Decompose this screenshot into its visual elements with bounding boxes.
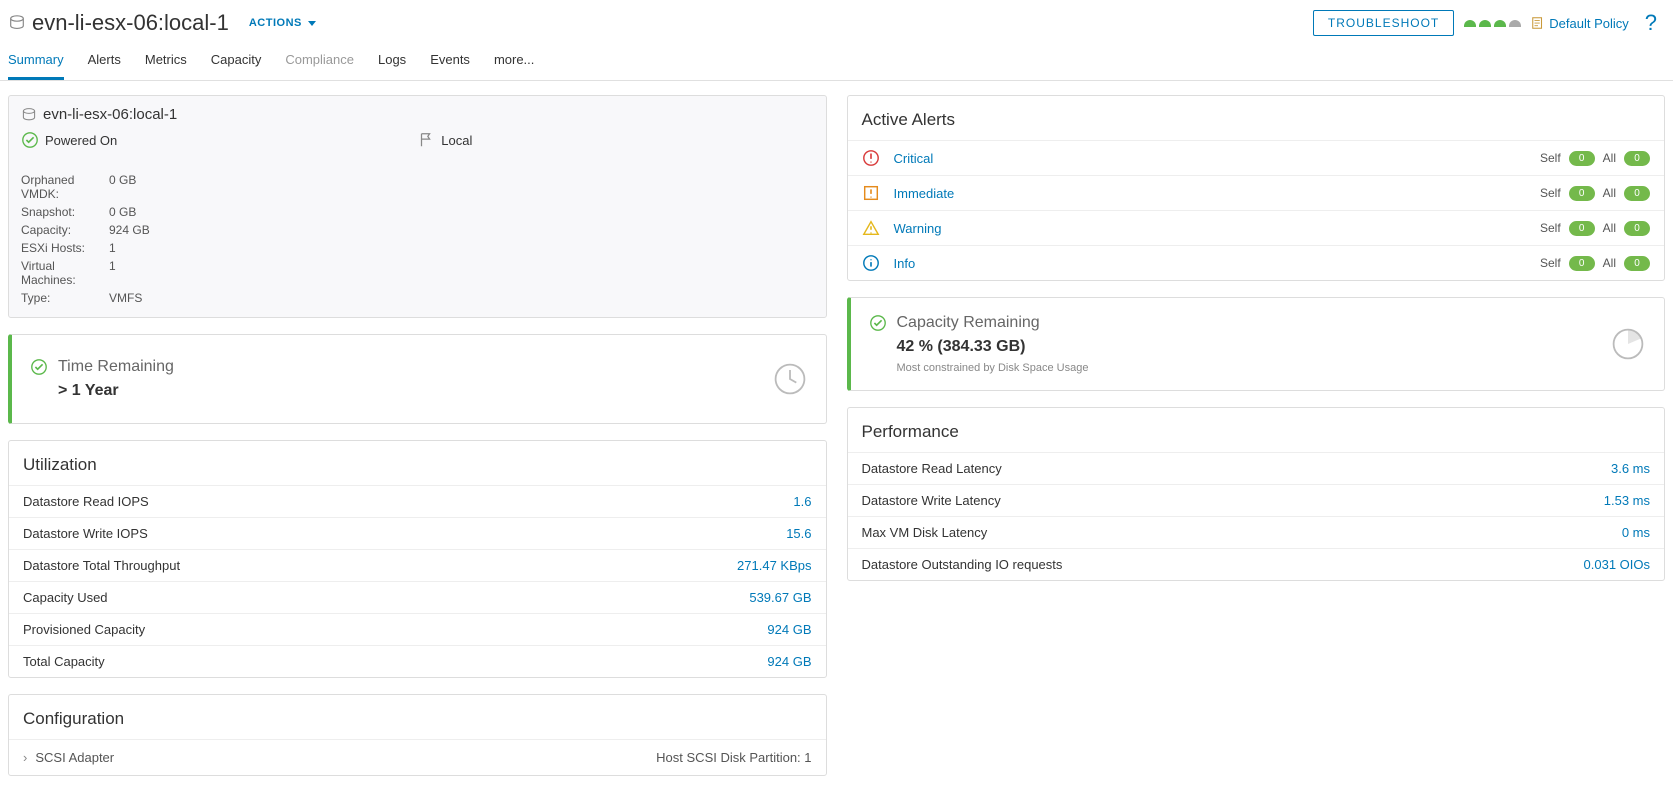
- badge: 0: [1569, 186, 1595, 201]
- tab-compliance[interactable]: Compliance: [285, 44, 354, 80]
- info-properties: Orphaned VMDK:0 GB Snapshot:0 GB Capacit…: [21, 171, 814, 307]
- tab-capacity[interactable]: Capacity: [211, 44, 262, 80]
- kv-row: Orphaned VMDK:0 GB: [21, 171, 814, 203]
- check-icon: [30, 358, 48, 400]
- tab-metrics[interactable]: Metrics: [145, 44, 187, 80]
- pie-icon: [1610, 326, 1646, 362]
- alerts-title: Active Alerts: [848, 96, 1665, 140]
- kv-row: Snapshot:0 GB: [21, 203, 814, 221]
- badge: 0: [1569, 151, 1595, 166]
- tab-alerts[interactable]: Alerts: [88, 44, 121, 80]
- list-row: Capacity Used539.67 GB: [9, 581, 826, 613]
- alert-critical-link[interactable]: Critical: [894, 151, 934, 166]
- alert-immediate-link[interactable]: Immediate: [894, 186, 955, 201]
- actions-dropdown[interactable]: ACTIONS: [249, 17, 316, 29]
- time-title: Time Remaining: [58, 358, 174, 376]
- config-row[interactable]: › SCSI Adapter Host SCSI Disk Partition:…: [9, 739, 826, 775]
- policy-link[interactable]: Default Policy: [1531, 16, 1628, 31]
- capacity-title: Capacity Remaining: [897, 314, 1089, 332]
- tab-bar: Summary Alerts Metrics Capacity Complian…: [0, 44, 1673, 81]
- tab-more[interactable]: more...: [494, 44, 534, 80]
- tab-events[interactable]: Events: [430, 44, 470, 80]
- capacity-remaining-card: Capacity Remaining 42 % (384.33 GB) Most…: [847, 297, 1666, 391]
- local-label: Local: [441, 133, 472, 148]
- performance-card: Performance Datastore Read Latency3.6 ms…: [847, 407, 1666, 581]
- performance-title: Performance: [848, 408, 1665, 452]
- time-remaining-card: Time Remaining > 1 Year: [8, 334, 827, 424]
- alert-row-critical: Critical Self0 All0: [848, 140, 1665, 175]
- list-row: Total Capacity924 GB: [9, 645, 826, 677]
- time-value: > 1 Year: [58, 382, 174, 400]
- tab-summary[interactable]: Summary: [8, 44, 64, 80]
- utilization-card: Utilization Datastore Read IOPS1.6 Datas…: [8, 440, 827, 678]
- utilization-title: Utilization: [9, 441, 826, 485]
- power-status: Powered On: [45, 133, 117, 148]
- capacity-value: 42 % (384.33 GB): [897, 338, 1089, 356]
- flag-icon: [417, 131, 435, 149]
- configuration-title: Configuration: [9, 695, 826, 739]
- kv-row: ESXi Hosts:1: [21, 239, 814, 257]
- kv-row: Virtual Machines:1: [21, 257, 814, 289]
- alert-row-immediate: Immediate Self0 All0: [848, 175, 1665, 210]
- info-icon: [862, 254, 880, 272]
- badge: 0: [1624, 221, 1650, 236]
- info-card: evn-li-esx-06:local-1 Powered On Local O…: [8, 95, 827, 318]
- check-icon: [869, 314, 887, 374]
- kv-row: Type:VMFS: [21, 289, 814, 307]
- datastore-icon: [21, 107, 37, 123]
- list-row: Datastore Write Latency1.53 ms: [848, 484, 1665, 516]
- badge: 0: [1624, 151, 1650, 166]
- capacity-sub: Most constrained by Disk Space Usage: [897, 362, 1089, 374]
- badge: 0: [1624, 186, 1650, 201]
- immediate-icon: [862, 184, 880, 202]
- active-alerts-card: Active Alerts Critical Self0 All0 Immedi…: [847, 95, 1666, 281]
- datastore-icon: [8, 14, 26, 32]
- alert-row-warning: Warning Self0 All0: [848, 210, 1665, 245]
- help-icon[interactable]: ?: [1645, 10, 1657, 36]
- clock-icon: [772, 361, 808, 397]
- critical-icon: [862, 149, 880, 167]
- alert-warning-link[interactable]: Warning: [894, 221, 942, 236]
- alert-info-link[interactable]: Info: [894, 256, 916, 271]
- troubleshoot-button[interactable]: TROUBLESHOOT: [1313, 10, 1454, 36]
- info-title: evn-li-esx-06:local-1: [43, 106, 177, 123]
- list-row: Provisioned Capacity924 GB: [9, 613, 826, 645]
- check-icon: [21, 131, 39, 149]
- chevron-right-icon: ›: [23, 750, 27, 765]
- alert-row-info: Info Self0 All0: [848, 245, 1665, 280]
- page-title: evn-li-esx-06:local-1: [32, 10, 229, 36]
- configuration-card: Configuration › SCSI Adapter Host SCSI D…: [8, 694, 827, 776]
- list-row: Datastore Outstanding IO requests0.031 O…: [848, 548, 1665, 580]
- kv-row: Capacity:924 GB: [21, 221, 814, 239]
- badge: 0: [1569, 221, 1595, 236]
- list-row: Datastore Total Throughput271.47 KBps: [9, 549, 826, 581]
- tab-logs[interactable]: Logs: [378, 44, 406, 80]
- badge: 0: [1624, 256, 1650, 271]
- list-row: Datastore Write IOPS15.6: [9, 517, 826, 549]
- list-row: Datastore Read IOPS1.6: [9, 485, 826, 517]
- warning-icon: [862, 219, 880, 237]
- list-row: Max VM Disk Latency0 ms: [848, 516, 1665, 548]
- badge: 0: [1569, 256, 1595, 271]
- status-indicators: [1464, 20, 1521, 27]
- list-row: Datastore Read Latency3.6 ms: [848, 452, 1665, 484]
